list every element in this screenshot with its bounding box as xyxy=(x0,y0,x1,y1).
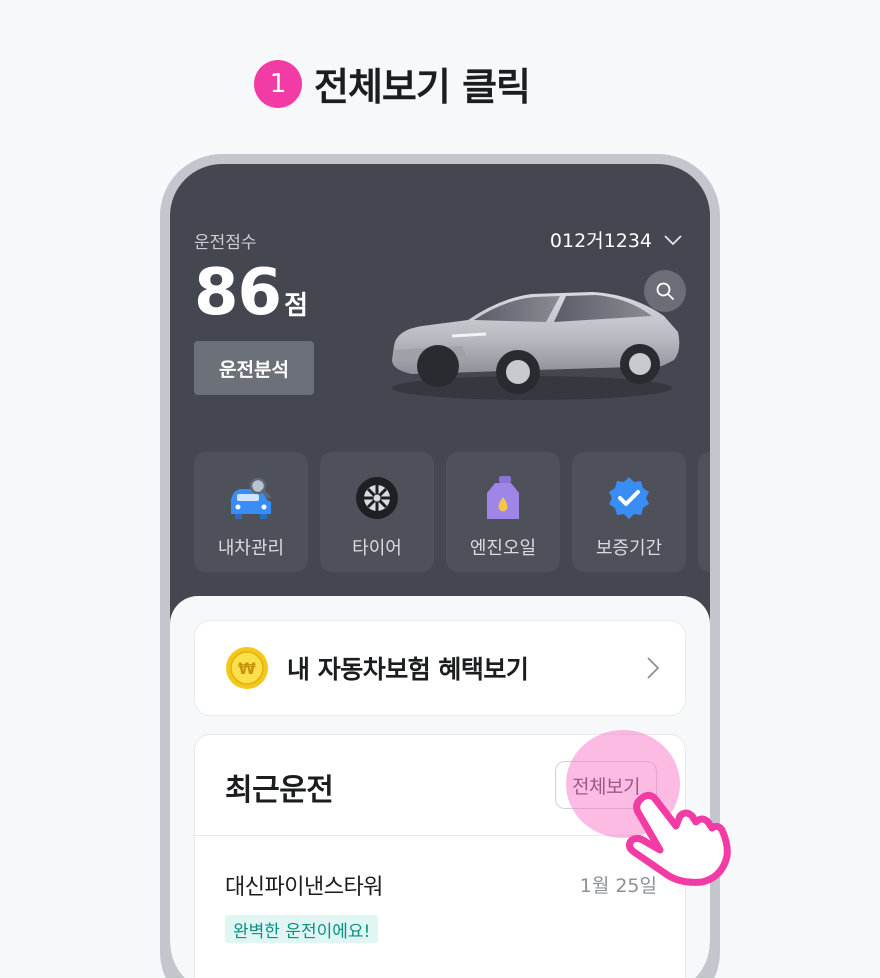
service-label: 내차관리 xyxy=(217,538,285,559)
trip-place: 대신파이낸스타워 xyxy=(225,875,383,900)
oil-bottle-icon xyxy=(479,474,527,522)
step-number-badge: 1 xyxy=(254,59,302,108)
service-menu: 내차관리 타이어 엔진오일 보증기간 xyxy=(194,452,710,572)
service-label: 보증기간 xyxy=(595,538,663,559)
verified-badge-icon xyxy=(605,474,653,522)
driving-analysis-button[interactable]: 운전분석 xyxy=(194,341,314,395)
search-icon xyxy=(656,282,674,300)
car-image xyxy=(392,292,680,400)
service-item-partial[interactable] xyxy=(698,452,710,572)
insurance-benefit-card[interactable]: ₩ 내 자동차보험 혜택보기 xyxy=(194,620,686,716)
plate-number: 012거1234 xyxy=(549,230,652,252)
driving-score-value: 86 xyxy=(194,256,282,330)
chevron-right-icon xyxy=(647,657,659,679)
service-label: 엔진오일 xyxy=(469,538,537,559)
chevron-down-icon xyxy=(664,234,682,245)
recent-driving-title: 최근운전 xyxy=(225,773,334,808)
driving-score: 86 점 xyxy=(194,256,308,330)
step-heading: 1 전체보기 클릭 xyxy=(254,56,531,111)
service-label: 타이어 xyxy=(352,538,402,559)
trip-status-badge: 완벽한 운전이에요! xyxy=(225,915,379,943)
won-coin-icon: ₩ xyxy=(226,647,268,689)
service-item-tire[interactable]: 타이어 xyxy=(320,452,434,572)
car-search-icon xyxy=(227,474,275,522)
service-item-engine-oil[interactable]: 엔진오일 xyxy=(446,452,560,572)
service-item-car-care[interactable]: 내차관리 xyxy=(194,452,308,572)
tire-icon xyxy=(353,474,401,522)
zoom-button[interactable] xyxy=(644,270,686,312)
insurance-benefit-label: 내 자동차보험 혜택보기 xyxy=(287,655,529,684)
service-item-warranty[interactable]: 보증기간 xyxy=(572,452,686,572)
driving-score-label: 운전점수 xyxy=(194,233,257,253)
vehicle-selector[interactable]: 012거1234 xyxy=(550,226,682,253)
step-title: 전체보기 클릭 xyxy=(314,65,531,109)
driving-score-unit: 점 xyxy=(284,291,308,321)
pointing-hand-icon xyxy=(625,791,731,886)
svg-text:₩: ₩ xyxy=(238,659,256,678)
